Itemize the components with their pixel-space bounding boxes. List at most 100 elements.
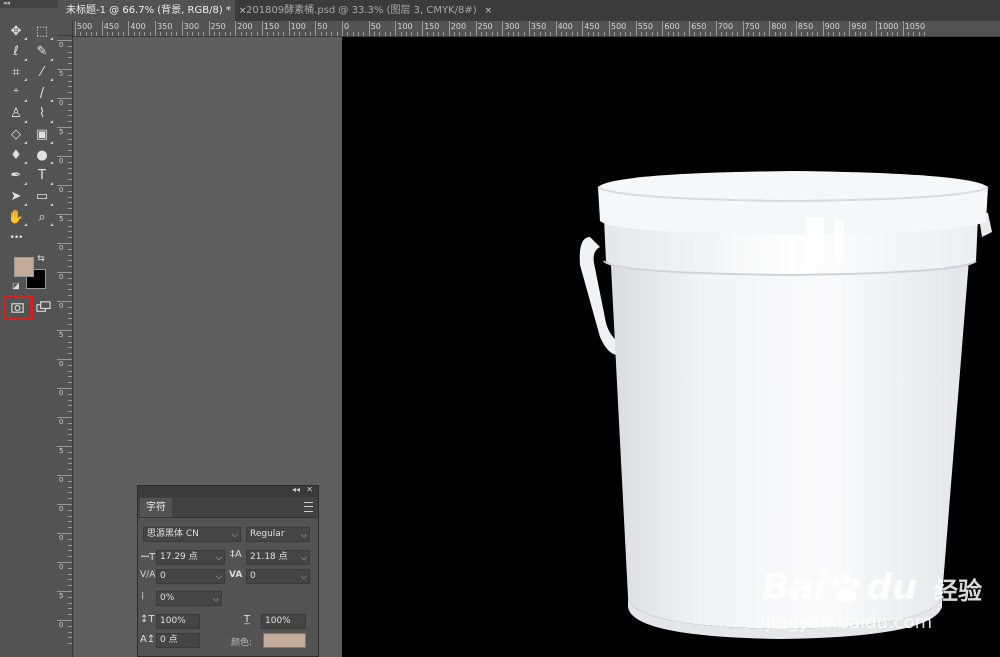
collapse-icon[interactable]: ◂◂ [292,485,300,494]
more-tools-icon[interactable]: ••• [7,229,25,247]
text-color-swatch[interactable] [263,633,306,648]
ruler-label: 0 [59,476,64,484]
ruler-tick [336,32,338,36]
ruler-label: 250 [210,22,226,31]
ruler-tick [68,132,72,134]
baidu-watermark-logo: Bai du 经验 [762,567,982,608]
close-icon[interactable]: × [485,6,493,16]
tsume-field[interactable]: 0% ⌵ [156,591,222,606]
rectangle-tool-icon[interactable]: ▭ [33,188,53,206]
baseline-shift-value: 0 点 [160,635,178,645]
ruler-tick [57,301,72,302]
document-canvas[interactable]: Bai du 经验 jingyan.baidu.com [342,37,1000,657]
pen-tool-icon[interactable]: ✒ [7,167,27,185]
ruler-tick [272,32,274,36]
ruler-tick [176,32,178,36]
ruler-label: 0 [59,41,64,49]
vertical-scale-field[interactable]: 100% [156,614,200,629]
font-style-select[interactable]: Regular ⌵ [246,527,310,542]
ruler-label: 5 [59,592,64,600]
gradient-tool-icon[interactable]: ▣ [33,126,53,144]
font-size-field[interactable]: 17.29 点 ⌵ [156,550,225,565]
eraser-tool-icon[interactable]: ◇ [7,126,27,144]
horizontal-ruler[interactable]: 500 450 400 350 300 250 200 150 100 50 0 50 100 150 20… [73,21,1000,37]
ruler-label: 5 [59,128,64,136]
ruler-tick [68,579,72,581]
kerning-field[interactable]: 0 ⌵ [156,569,225,584]
hand-tool-icon[interactable]: ✋ [7,208,27,227]
ruler-label: 450 [584,22,600,31]
ruler-tick [80,32,82,36]
font-family-select[interactable]: 思源黑体 CN ⌵ [143,527,241,542]
ruler-tick [560,32,562,36]
healing-brush-tool-icon[interactable]: ⁺ [7,84,27,103]
ruler-tick [57,243,72,244]
panel-header[interactable]: ◂◂ ✕ [138,485,318,497]
ruler-label: 0 [59,505,64,513]
clone-stamp-tool-icon[interactable]: ♙ [7,105,27,123]
ruler-tick [107,32,109,36]
blur-tool-icon[interactable]: ♦ [7,146,27,165]
ruler-tick [657,32,659,36]
ruler-tick [68,86,72,88]
ruler-tick [68,324,72,326]
history-brush-tool-icon[interactable]: ⌇ [33,105,53,123]
brush-tool-icon[interactable]: / [33,84,53,103]
ruler-tick [753,32,755,36]
ruler-origin[interactable] [58,21,73,36]
ruler-tick [705,32,707,36]
close-icon[interactable]: ✕ [306,485,313,494]
chevron-down-icon: ⌵ [300,553,307,562]
ruler-tick [68,196,72,198]
ruler-tick [582,21,584,36]
ruler-tick [68,306,72,308]
default-colors-icon[interactable]: ◪ [11,280,21,290]
ruler-tick [112,32,114,36]
tracking-field[interactable]: 0 ⌵ [246,569,310,584]
type-tool-icon[interactable]: T [33,167,53,185]
leading-field[interactable]: 21.18 点 ⌵ [246,550,310,565]
ruler-label: 50 [370,22,381,31]
ruler-tick [528,21,530,36]
ruler-tick [68,231,72,233]
vertical-ruler[interactable]: 0 5 0 5 0 0 5 0 0 0 5 0 0 0 5 0 0 0 0 5 0 [57,36,73,657]
ruler-tick [325,32,327,36]
ruler-tick [68,57,72,59]
lasso-tool-icon[interactable]: ℓ [7,43,27,61]
path-select-tool-icon[interactable]: ➤ [7,188,27,206]
ruler-label: 0 [59,418,64,426]
zoom-tool-icon[interactable]: ⌕ [33,208,53,227]
quick-mask-icon[interactable] [8,298,26,316]
ruler-tick [187,32,189,36]
ruler-tick [57,388,72,389]
foreground-color-swatch[interactable] [14,257,34,277]
panel-menu-icon[interactable] [304,502,313,512]
ruler-tick [68,498,72,500]
tab-character[interactable]: 字符 [140,498,172,517]
ruler-tick [699,32,701,36]
tab-201809-psd[interactable]: 201809酵素桶.psd @ 33.3% (图层 3, CMYK/8#) × [238,0,492,21]
screen-mode-icon[interactable] [34,298,52,316]
ruler-tick [865,32,867,36]
swap-colors-icon[interactable]: ⇆ [36,254,46,264]
ruler-tick [57,620,72,621]
horizontal-scale-field[interactable]: 100% [261,614,306,629]
ruler-tick [85,32,87,36]
ruler-tick [57,562,72,563]
tab-untitled-1[interactable]: 未标题-1 @ 66.7% (背景, RGB/8) * × [58,0,246,21]
toolbar-grip[interactable]: ◂◂ [0,0,58,8]
dodge-tool-icon[interactable]: ● [33,146,53,165]
quick-select-tool-icon[interactable]: ✎ [33,43,53,61]
move-tool-icon[interactable]: ✥ [7,22,27,40]
ruler-label: 850 [797,22,814,31]
ruler-tick [432,32,434,36]
ruler-tick [827,32,829,36]
marquee-tool-icon[interactable]: ⬚ [33,22,53,40]
ruler-tick [416,32,418,36]
ruler-tick [293,32,295,36]
ruler-tick [368,21,370,36]
eyedropper-tool-icon[interactable]: ⁄ [33,63,53,82]
kerning-icon: V/A [140,570,156,580]
baseline-shift-field[interactable]: 0 点 [156,633,200,648]
crop-tool-icon[interactable]: ⌗ [7,63,27,82]
